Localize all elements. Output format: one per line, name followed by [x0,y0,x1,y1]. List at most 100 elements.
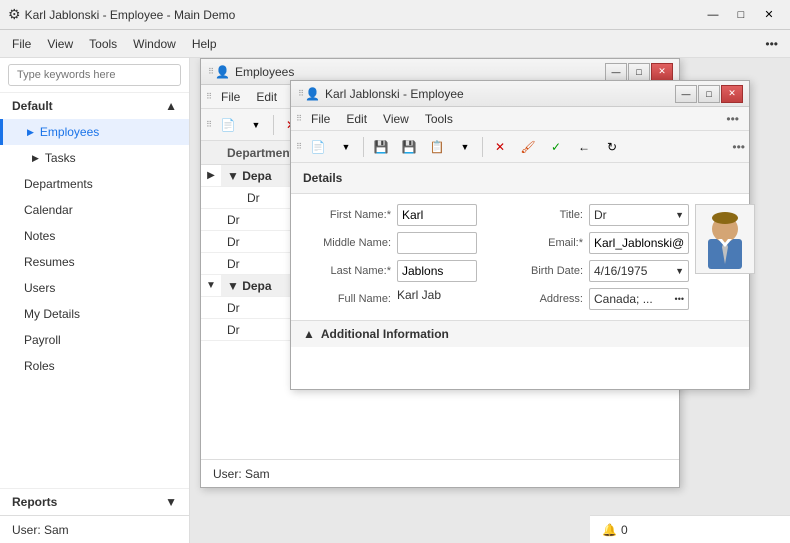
sidebar-item-users[interactable]: Users [0,275,189,301]
detail-toolbar: ⠿ 📄 ▼ 💾 💾 📋 ▼ ✕ 🖌 ✓ ← ↻ ••• [291,131,749,163]
employees-close-button[interactable]: ✕ [651,63,673,81]
search-input[interactable] [8,64,181,86]
sidebar-reports-section: Reports ▼ [0,488,189,515]
menu-view[interactable]: View [39,33,81,55]
detail-save-button[interactable]: 💾 [368,135,394,159]
toolbar-separator-1 [273,115,274,135]
expand-arrow-icon: ▶ [27,127,34,138]
middle-name-input[interactable] [397,232,477,254]
sidebar-item-payroll[interactable]: Payroll [0,327,189,353]
close-button[interactable]: ✕ [756,6,782,24]
full-name-row: Full Name: Karl Jab [301,288,477,310]
content-area: ⠿ 👤 Employees — □ ✕ ⠿ File Edit View Too… [190,58,790,543]
detail-toolbar-sep-1 [363,137,364,157]
title-avatar-row: Title: Dr ▼ Email:* B [493,204,755,310]
reports-expand-icon[interactable]: ▼ [165,495,177,509]
employees-window-controls: — □ ✕ [605,63,673,81]
sidebar-item-departments[interactable]: Departments [0,171,189,197]
detail-window-controls: — □ ✕ [675,85,743,103]
app-title: Karl Jablonski - Employee - Main Demo [25,8,700,22]
avatar-image [700,209,750,269]
sidebar-item-mydetails[interactable]: My Details [0,301,189,327]
detail-menu-edit[interactable]: Edit [338,109,375,129]
emp-toolbar-drag-icon: ⠿ [205,113,213,137]
expand-arrow-tasks-icon: ▶ [32,153,39,164]
minimize-button[interactable]: — [700,6,726,24]
detail-menu-bar: ⠿ File Edit View Tools ••• [291,107,749,131]
additional-collapse-icon[interactable]: ▲ [303,327,315,341]
last-name-row: Last Name:* [301,260,477,282]
sidebar: Default ▲ ▶ Employees ▶ Tasks Department… [0,58,190,543]
employees-minimize-button[interactable]: — [605,63,627,81]
title-label: Title: [493,209,583,221]
birth-date-select[interactable]: 4/16/1975 ▼ [589,260,689,282]
birthdate-dropdown-icon: ▼ [675,266,684,276]
emp-menu-file[interactable]: File [213,87,248,107]
sidebar-item-calendar[interactable]: Calendar [0,197,189,223]
full-name-value: Karl Jab [397,288,477,310]
detail-check-button[interactable]: ✓ [543,135,569,159]
detail-paste-button[interactable]: 📋 [424,135,450,159]
detail-minimize-button[interactable]: — [675,85,697,103]
detail-menu-tools[interactable]: Tools [417,109,461,129]
detail-close-button[interactable]: ✕ [721,85,743,103]
sidebar-item-notes[interactable]: Notes [0,223,189,249]
detail-menu-drag-icon: ⠿ [295,107,303,131]
detail-paste-dropdown-button[interactable]: ▼ [452,135,478,159]
employees-status-bar: User: Sam [201,459,679,487]
middle-name-label: Middle Name: [301,237,391,249]
app-icon: ⚙ [8,6,21,23]
detail-new-button[interactable]: 📄 [305,135,331,159]
new-document-button[interactable]: 📄 [215,113,241,137]
detail-maximize-button[interactable]: □ [698,85,720,103]
sidebar-item-employees[interactable]: ▶ Employees [0,119,189,145]
sidebar-user-label: User: Sam [12,523,69,537]
email-input[interactable] [589,232,689,254]
employees-window-title: Employees [235,65,605,79]
title-select[interactable]: Dr ▼ [589,204,689,226]
detail-reload-button[interactable]: ↻ [599,135,625,159]
app-title-bar: ⚙ Karl Jablonski - Employee - Main Demo … [0,0,790,30]
detail-save-all-button[interactable]: 💾 [396,135,422,159]
detail-toolbar-drag-icon: ⠿ [295,135,303,159]
detail-new-dropdown-button[interactable]: ▼ [333,135,359,159]
form-left-column: First Name:* Middle Name: Last Name:* Fu… [301,204,477,310]
first-name-input[interactable] [397,204,477,226]
menu-tools[interactable]: Tools [81,33,125,55]
detail-menu-file[interactable]: File [303,109,338,129]
title-row: Title: Dr ▼ [493,204,689,226]
emp-menu-edit[interactable]: Edit [248,87,285,107]
row-expand-icon[interactable]: ▶ [201,170,221,181]
menu-help[interactable]: Help [184,33,225,55]
row-expand-icon[interactable]: ▼ [201,280,221,291]
menu-window[interactable]: Window [125,33,184,55]
last-name-label: Last Name:* [301,265,391,277]
sidebar-default-section: Default ▲ [0,93,189,119]
title-field-group: Title: Dr ▼ Email:* B [493,204,689,310]
address-more-icon[interactable]: ••• [675,294,684,304]
main-menu-bar: File View Tools Window Help ••• [0,30,790,58]
employees-maximize-button[interactable]: □ [628,63,650,81]
menu-file[interactable]: File [4,33,39,55]
middle-name-row: Middle Name: [301,232,477,254]
sidebar-item-resumes[interactable]: Resumes [0,249,189,275]
detail-cancel-button[interactable]: ✕ [487,135,513,159]
detail-menu-view[interactable]: View [375,109,417,129]
first-name-row: First Name:* [301,204,477,226]
detail-back-button[interactable]: ← [571,135,597,159]
menu-more-icon[interactable]: ••• [757,33,786,55]
collapse-icon[interactable]: ▲ [165,99,177,113]
status-bell-icon: 🔔 [602,523,617,537]
sidebar-item-roles[interactable]: Roles [0,353,189,379]
maximize-button[interactable]: □ [728,6,754,24]
address-field[interactable]: Canada; ... ••• [589,288,689,310]
avatar [695,204,755,274]
detail-window-title: Karl Jablonski - Employee [325,87,675,101]
last-name-input[interactable] [397,260,477,282]
form-details-section: Details [291,163,749,194]
detail-menu-dots-icon[interactable]: ••• [720,109,745,129]
detail-paint-button[interactable]: 🖌 [515,135,541,159]
detail-toolbar-more-icon[interactable]: ••• [732,140,745,154]
new-dropdown-button[interactable]: ▼ [243,113,269,137]
sidebar-item-tasks[interactable]: ▶ Tasks [0,145,189,171]
